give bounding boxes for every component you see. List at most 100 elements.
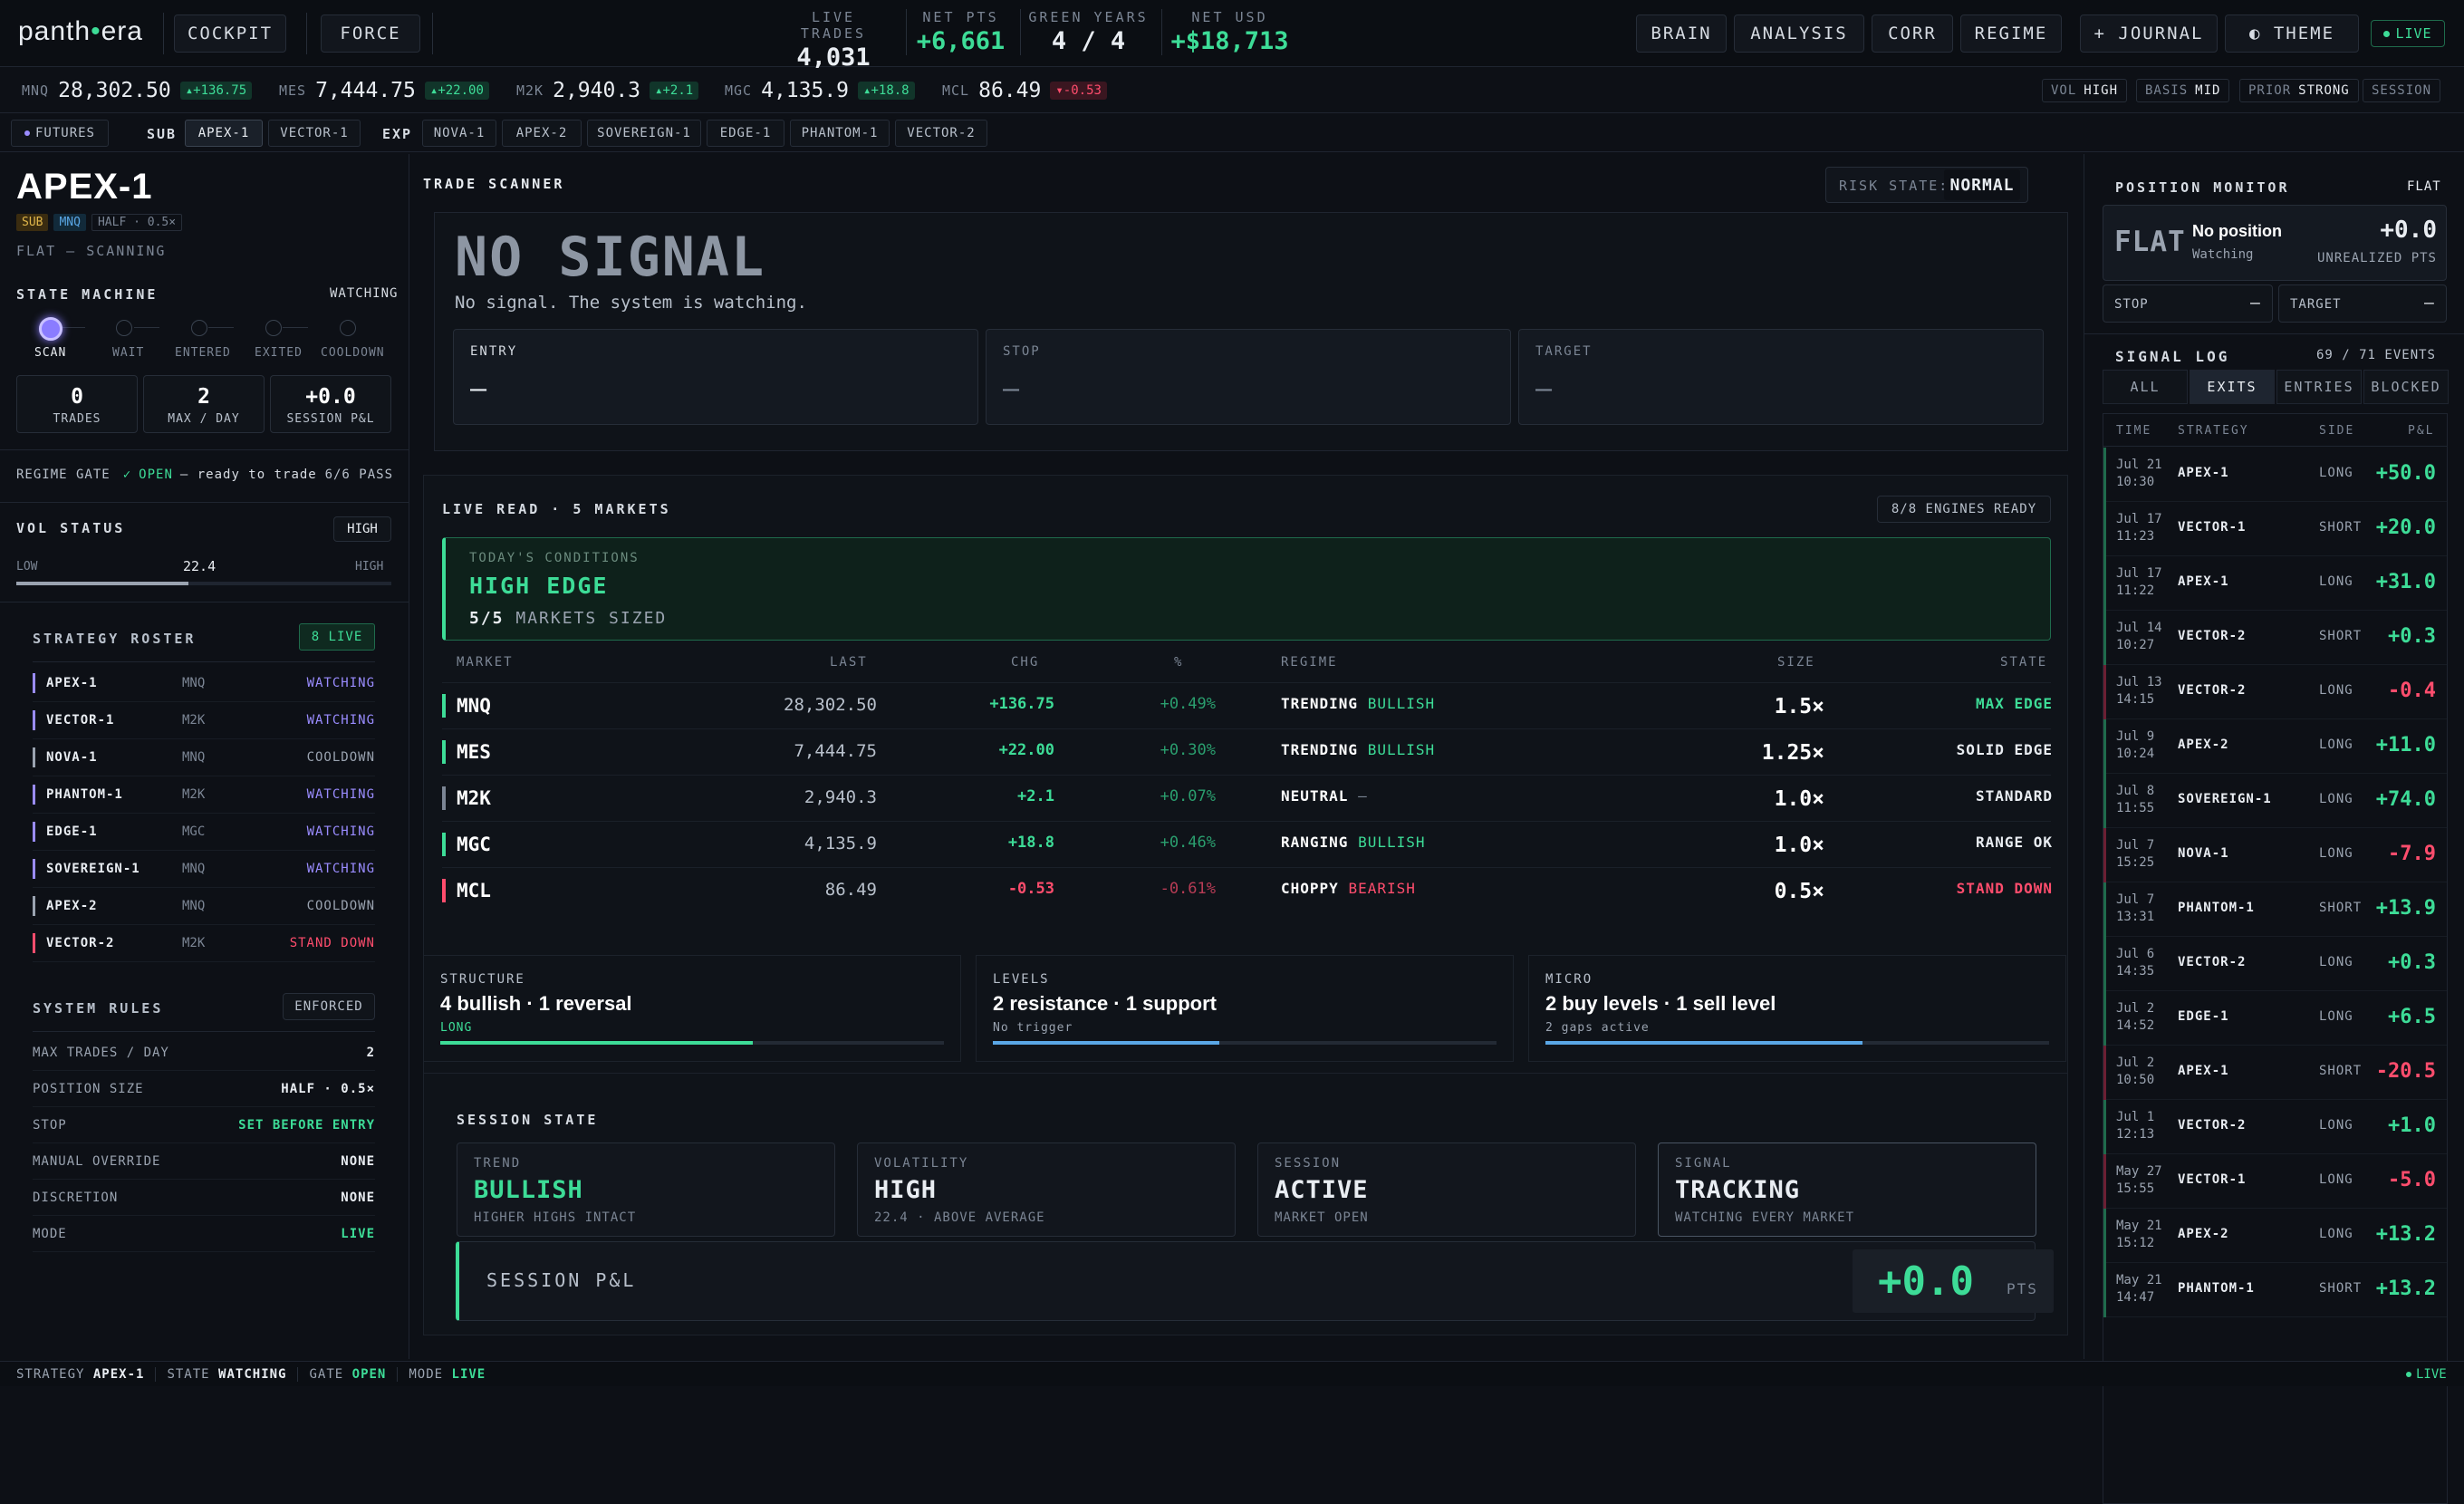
state-exited-icon xyxy=(265,320,282,336)
analysis-button[interactable]: ANALYSIS xyxy=(1734,14,1864,53)
cockpit-button[interactable]: COCKPIT xyxy=(174,14,286,53)
signal-log-row[interactable]: May 21 14:47 PHANTOM-1 SHORT +13.2 xyxy=(2103,1263,2447,1317)
session-card-label: VOLATILITY xyxy=(874,1156,969,1171)
state-connector xyxy=(283,327,308,328)
market-row[interactable]: MCL 86.49 -0.53 -0.61% CHOPPY BEARISH 0.5× STA… xyxy=(442,867,2052,913)
signal-log-row[interactable]: Jul 2 10:50 APEX-1 SHORT -20.5 xyxy=(2103,1046,2447,1100)
divider xyxy=(0,502,409,503)
ticker-symbol: MCL xyxy=(942,82,970,99)
journal-button[interactable]: + JOURNAL xyxy=(2080,14,2218,53)
signal-clock: 10:27 xyxy=(2116,638,2155,652)
col-pnl: P&L xyxy=(2408,424,2435,438)
tab-all[interactable]: ALL xyxy=(2103,370,2188,404)
roster-row[interactable]: SOVEREIGN-1 MNQ WATCHING xyxy=(33,851,375,888)
ticker-bar: MNQ 28,302.50 ▴+136.75 MES 7,444.75 ▴+22… xyxy=(0,68,2464,113)
tab-blocked[interactable]: BLOCKED xyxy=(2363,370,2449,404)
ticker-item[interactable]: M2K 2,940.3 ▴+2.1 xyxy=(516,79,699,102)
conditions-label: TODAY'S CONDITIONS xyxy=(469,551,640,565)
signal-row-edge xyxy=(2103,719,2106,774)
market-row[interactable]: MES 7,444.75 +22.00 +0.30% TRENDING BULLISH 1… xyxy=(442,728,2052,775)
ticker-item[interactable]: MCL 86.49 ▾-0.53 xyxy=(942,79,1107,102)
exp-item-sovereign-1[interactable]: SOVEREIGN-1 xyxy=(587,120,701,147)
app-logo[interactable]: panth•era xyxy=(18,16,143,47)
position-state: FLAT xyxy=(2407,179,2441,194)
rule-key: POSITION SIZE xyxy=(33,1081,144,1096)
ticker-item[interactable]: MNQ 28,302.50 ▴+136.75 xyxy=(22,79,253,102)
signal-date: Jul 1 xyxy=(2116,1110,2155,1124)
signal-log-row[interactable]: May 27 15:55 VECTOR-1 LONG -5.0 xyxy=(2103,1154,2447,1209)
signal-pnl: -0.4 xyxy=(2388,680,2436,702)
session-card-value: HIGH xyxy=(874,1176,938,1204)
tab-exits[interactable]: EXITS xyxy=(2190,370,2275,404)
corr-button[interactable]: CORR xyxy=(1872,14,1953,53)
signal-time: Jul 13 14:15 xyxy=(2116,674,2162,709)
roster-row[interactable]: APEX-1 MNQ WATCHING xyxy=(33,665,375,702)
stop-field-label: STOP xyxy=(2114,297,2149,312)
roster-name: APEX-1 xyxy=(46,676,98,690)
market-bar xyxy=(442,740,446,764)
signal-log-row[interactable]: Jul 6 14:35 VECTOR-2 LONG +0.3 xyxy=(2103,937,2447,991)
roster-name: VECTOR-1 xyxy=(46,713,115,728)
signal-strategy: VECTOR-1 xyxy=(2178,1172,2247,1187)
roster-row[interactable]: VECTOR-1 M2K WATCHING xyxy=(33,702,375,739)
live-read-title: LIVE READ · 5 MARKETS xyxy=(442,501,671,517)
roster-row[interactable]: NOVA-1 MNQ COOLDOWN xyxy=(33,739,375,776)
scanner-title: TRADE SCANNER xyxy=(423,176,565,192)
signal-log-row[interactable]: Jul 17 11:23 VECTOR-1 SHORT +20.0 xyxy=(2103,502,2447,556)
futures-pill[interactable]: FUTURES xyxy=(11,120,109,147)
roster-row[interactable]: EDGE-1 MGC WATCHING xyxy=(33,814,375,851)
signal-clock: 15:55 xyxy=(2116,1181,2155,1196)
ticker-change-value: -0.53 xyxy=(1063,83,1102,98)
signal-strategy: PHANTOM-1 xyxy=(2178,1281,2255,1296)
col-regime: REGIME xyxy=(1281,655,1338,670)
sub-item-apex-1[interactable]: APEX-1 xyxy=(185,120,263,147)
session-card-value: BULLISH xyxy=(474,1176,583,1204)
signal-log-row[interactable]: Jul 2 14:52 EDGE-1 LONG +6.5 xyxy=(2103,991,2447,1046)
theme-button[interactable]: ◐ THEME xyxy=(2225,14,2359,53)
signal-log-table[interactable]: TIME STRATEGY SIDE P&L Jul 21 10:30 APEX-1… xyxy=(2103,413,2448,1504)
signal-log-row[interactable]: Jul 1 12:13 VECTOR-2 LONG +1.0 xyxy=(2103,1100,2447,1154)
ticker-item[interactable]: MGC 4,135.9 ▴+18.8 xyxy=(725,79,915,102)
roster-row[interactable]: VECTOR-2 M2K STAND DOWN xyxy=(33,925,375,962)
market-row[interactable]: M2K 2,940.3 +2.1 +0.07% NEUTRAL — 1.0× STANDAR… xyxy=(442,775,2052,821)
force-button[interactable]: FORCE xyxy=(321,14,420,53)
roster-row[interactable]: APEX-2 MNQ COOLDOWN xyxy=(33,888,375,925)
market-size: 1.0× xyxy=(1774,787,1824,811)
signal-log-row[interactable]: Jul 13 14:15 VECTOR-2 LONG -0.4 xyxy=(2103,665,2447,719)
exp-item-phantom-1[interactable]: PHANTOM-1 xyxy=(790,120,890,147)
engine-label: STRUCTURE xyxy=(440,972,525,987)
regime-button[interactable]: REGIME xyxy=(1960,14,2062,53)
signal-log-row[interactable]: Jul 21 10:30 APEX-1 LONG +50.0 xyxy=(2103,448,2447,502)
rule-row: STOP SET BEFORE ENTRY xyxy=(33,1107,375,1143)
brain-button[interactable]: BRAIN xyxy=(1636,14,1727,53)
signal-log-row[interactable]: Jul 14 10:27 VECTOR-2 SHORT +0.3 xyxy=(2103,611,2447,665)
futures-label: FUTURES xyxy=(34,126,95,140)
session-card-signal: SIGNAL TRACKING WATCHING EVERY MARKET xyxy=(1658,1142,2036,1237)
tab-entries[interactable]: ENTRIES xyxy=(2276,370,2362,404)
market-row[interactable]: MNQ 28,302.50 +136.75 +0.49% TRENDING BULLIS… xyxy=(442,682,2052,728)
position-name: No position xyxy=(2192,222,2282,240)
exp-item-apex-2[interactable]: APEX-2 xyxy=(502,120,582,147)
exp-item-vector-2[interactable]: VECTOR-2 xyxy=(895,120,987,147)
exp-item-nova-1[interactable]: NOVA-1 xyxy=(422,120,496,147)
signal-strategy: NOVA-1 xyxy=(2178,846,2229,861)
signal-log-row[interactable]: Jul 9 10:24 APEX-2 LONG +11.0 xyxy=(2103,719,2447,774)
signal-row-edge xyxy=(2103,1046,2106,1100)
signal-log-row[interactable]: Jul 7 13:31 PHANTOM-1 SHORT +13.9 xyxy=(2103,882,2447,937)
strategy-title: APEX-1 xyxy=(16,167,153,207)
rules-label: SYSTEM RULES xyxy=(33,1000,164,1017)
signal-row-edge xyxy=(2103,1154,2106,1209)
signal-log-row[interactable]: Jul 8 11:55 SOVEREIGN-1 LONG +74.0 xyxy=(2103,774,2447,828)
gate-text: — ready to trade xyxy=(179,468,317,482)
sub-item-vector-1[interactable]: VECTOR-1 xyxy=(268,120,361,147)
signal-log-row[interactable]: Jul 17 11:22 APEX-1 LONG +31.0 xyxy=(2103,556,2447,611)
signal-log-count: 69 / 71 EVENTS xyxy=(2315,348,2436,362)
market-row[interactable]: MGC 4,135.9 +18.8 +0.46% RANGING BULLISH 1.0×… xyxy=(442,821,2052,867)
exp-item-edge-1[interactable]: EDGE-1 xyxy=(707,120,784,147)
roster-row[interactable]: PHANTOM-1 M2K WATCHING xyxy=(33,776,375,814)
status-key: MODE xyxy=(409,1367,444,1382)
signal-log-row[interactable]: May 21 15:12 APEX-2 LONG +13.2 xyxy=(2103,1209,2447,1263)
signal-date: May 21 xyxy=(2116,1273,2162,1287)
ticker-item[interactable]: MES 7,444.75 ▴+22.00 xyxy=(279,79,489,102)
signal-log-row[interactable]: Jul 7 15:25 NOVA-1 LONG -7.9 xyxy=(2103,828,2447,882)
